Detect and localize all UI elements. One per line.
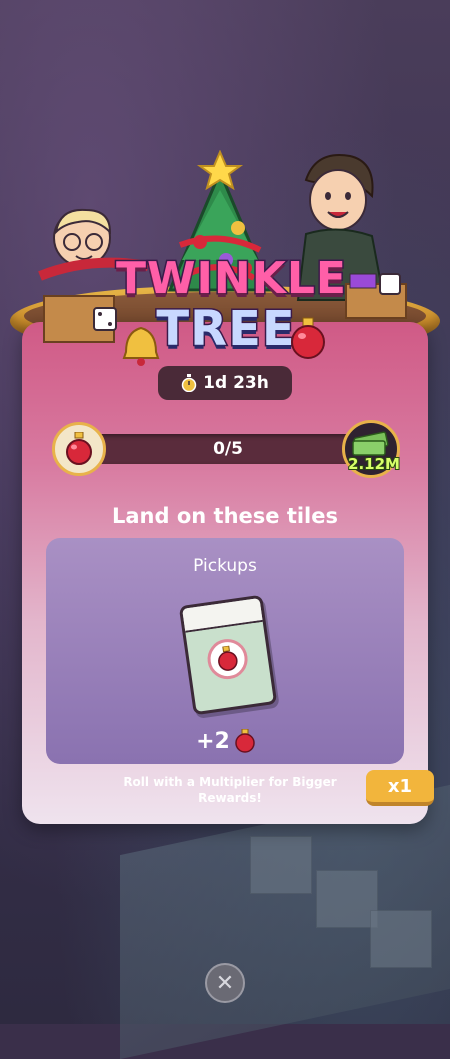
progress-section: 0/5 2.12M [52,420,401,478]
reward-badge[interactable]: 2.12M [342,420,401,478]
pickup-tile-card [178,594,278,716]
reward-amount: 2.12M [347,454,401,474]
close-button[interactable]: ✕ [205,963,245,1003]
tile-label: Pickups [193,556,257,576]
tiles-heading: Land on these tiles [112,504,338,528]
board-tile [370,910,432,968]
progress-text: 0/5 [213,439,243,459]
card-ornament-badge [204,636,251,682]
progress-bar: 0/5 [78,434,378,464]
tiles-panel: Pickups +2 [46,538,404,764]
board-tile [250,836,312,894]
ornament-badge [52,422,106,476]
multiplier-hint: Roll with a Multiplier for Bigger Reward… [123,775,337,805]
timer-text: 1d 23h [203,373,269,393]
stopwatch-icon [181,374,197,392]
ornament-icon [218,645,238,671]
card-header [182,598,263,633]
multiplier-button[interactable]: x1 [366,770,434,806]
bell-icon [122,326,160,366]
ornament-icon [235,729,255,753]
event-timer: 1d 23h [158,366,292,400]
ornament-icon [291,317,325,359]
board-tile [316,870,378,928]
close-icon: ✕ [215,970,235,996]
pickup-amount-text: +2 [196,728,230,754]
pickup-reward: +2 [176,728,276,754]
event-title-line1: TWINKLE [115,252,348,305]
ornament-icon [66,432,92,465]
